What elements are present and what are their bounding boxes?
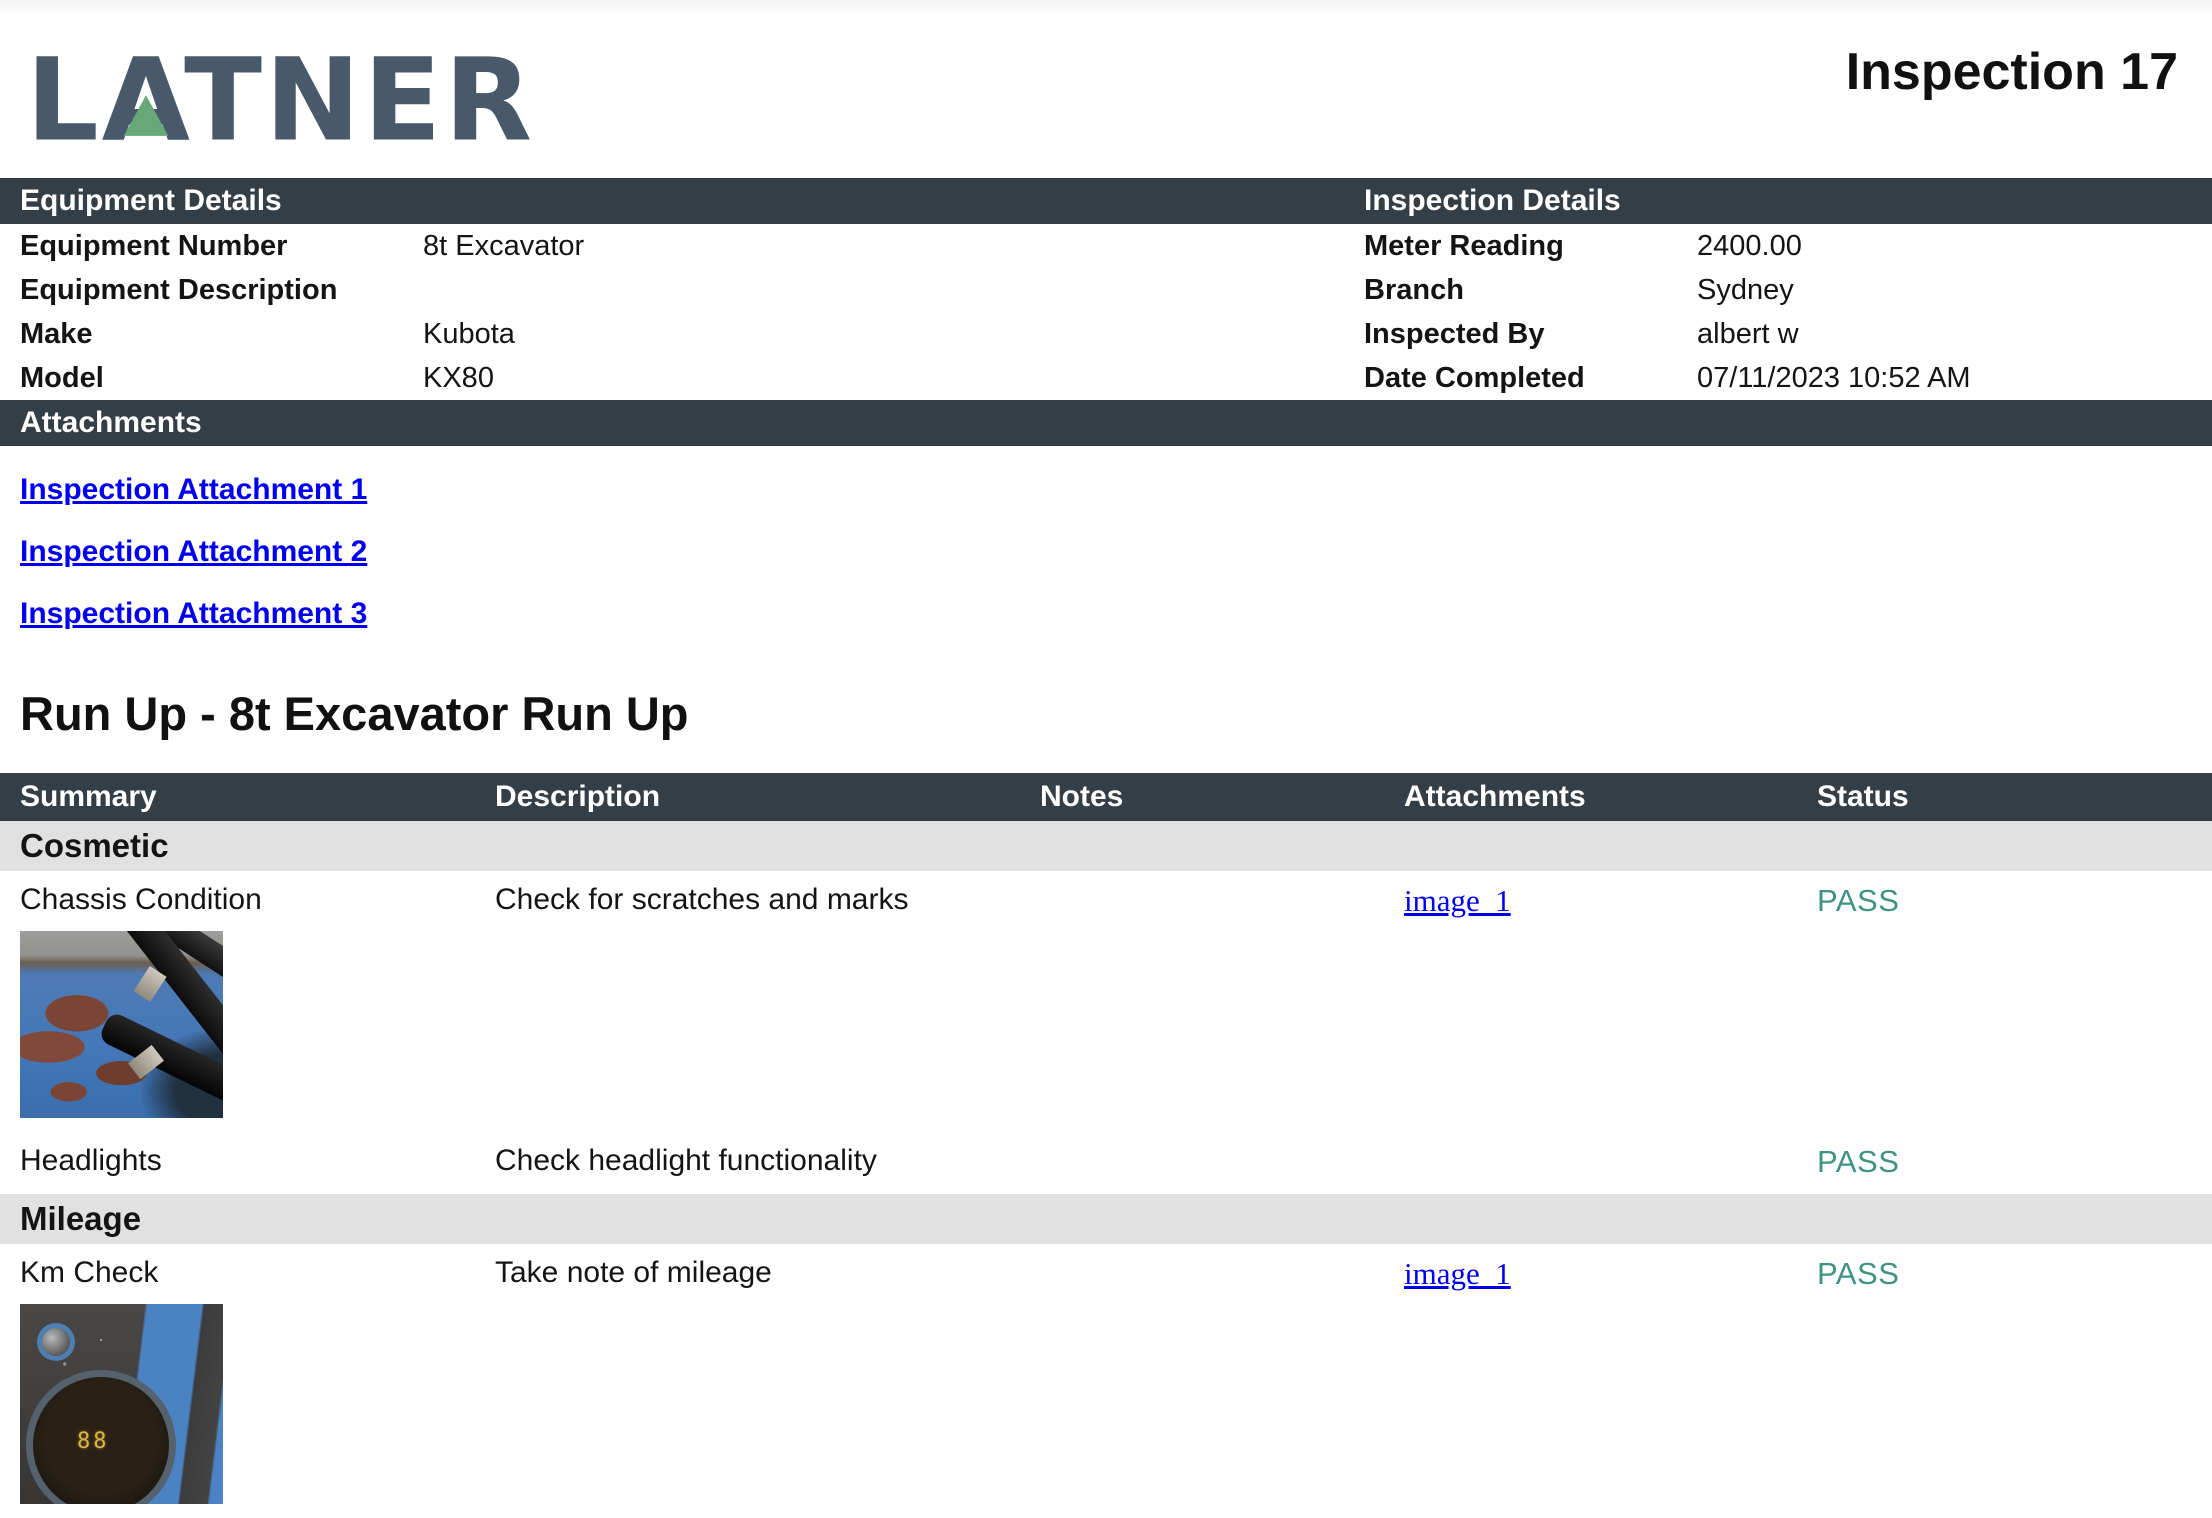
- checklist-header-row: Summary Description Notes Attachments St…: [0, 773, 2212, 821]
- item-summary: Chassis Condition: [20, 883, 495, 917]
- item-description: Check for scratches and marks: [495, 883, 1040, 917]
- latner-logo-text: LATNER: [26, 42, 535, 160]
- details-header-bar: Equipment Details Inspection Details: [0, 178, 2212, 224]
- item-summary: Headlights: [20, 1144, 495, 1178]
- summary-cell: Chassis Condition: [20, 883, 495, 1118]
- meter-reading-label: Meter Reading: [1364, 224, 1697, 268]
- section-row-cosmetic: Cosmetic: [0, 821, 2212, 871]
- equipment-number-value: 8t Excavator: [423, 224, 1364, 268]
- status-badge: PASS: [1817, 1256, 2212, 1292]
- branch-value: Sydney: [1697, 268, 2212, 312]
- inspection-attachment-link-2[interactable]: Inspection Attachment 2: [20, 534, 367, 570]
- column-header-description: Description: [495, 780, 1040, 814]
- date-completed-label: Date Completed: [1364, 356, 1697, 400]
- page-header: LATNER Inspection 17: [0, 12, 2212, 178]
- equipment-details-header: Equipment Details: [20, 184, 1364, 218]
- report-title: Inspection 17: [1846, 42, 2178, 102]
- column-header-status: Status: [1817, 780, 2212, 814]
- meter-reading-value: 2400.00: [1697, 224, 2212, 268]
- section-name: Cosmetic: [20, 827, 169, 865]
- status-badge: PASS: [1817, 1144, 2212, 1180]
- status-badge: PASS: [1817, 883, 2212, 919]
- table-row-headlights: Headlights Check headlight functionality…: [0, 1132, 2212, 1194]
- bolt-shape: [42, 1328, 70, 1356]
- attachments-list: Inspection Attachment 1 Inspection Attac…: [0, 446, 2212, 664]
- item-summary: Km Check: [20, 1256, 495, 1290]
- latner-logo-graphic: LATNER: [26, 42, 626, 160]
- page-top-strip: [0, 0, 2212, 12]
- inspection-attachment-link-1[interactable]: Inspection Attachment 1: [20, 472, 367, 508]
- branch-label: Branch: [1364, 268, 1697, 312]
- equipment-description-label: Equipment Description: [20, 268, 423, 312]
- make-value: Kubota: [423, 312, 1364, 356]
- image-attachment-link[interactable]: image_1: [1404, 1256, 1511, 1291]
- inspected-by-value: albert w: [1697, 312, 2212, 356]
- model-label: Model: [20, 356, 423, 400]
- inspection-attachment-link-3[interactable]: Inspection Attachment 3: [20, 596, 367, 632]
- table-row-chassis-condition: Chassis Condition Check for scratches an…: [0, 871, 2212, 1132]
- image-attachment-link[interactable]: image_1: [1404, 883, 1511, 918]
- equipment-number-label: Equipment Number: [20, 224, 423, 268]
- gauge-shape: 88: [26, 1370, 176, 1504]
- table-row-km-check: Km Check 88 Take note of mileage image_1…: [0, 1244, 2212, 1518]
- column-header-attachments: Attachments: [1404, 780, 1817, 814]
- item-description: Check headlight functionality: [495, 1144, 1040, 1178]
- model-value: KX80: [423, 356, 1364, 400]
- gauge-digits: 88: [77, 1429, 110, 1454]
- inspection-details-header: Inspection Details: [1364, 184, 2212, 218]
- date-completed-value: 07/11/2023 10:52 AM: [1697, 356, 2212, 400]
- column-header-summary: Summary: [20, 780, 495, 814]
- item-description: Take note of mileage: [495, 1256, 1040, 1290]
- make-label: Make: [20, 312, 423, 356]
- meter-photo-thumbnail: 88: [20, 1304, 223, 1504]
- details-table: Equipment Number 8t Excavator Meter Read…: [0, 224, 2212, 400]
- inspected-by-label: Inspected By: [1364, 312, 1697, 356]
- runup-section-title: Run Up - 8t Excavator Run Up: [0, 686, 2212, 741]
- summary-cell: Km Check 88: [20, 1256, 495, 1504]
- section-row-mileage: Mileage: [0, 1194, 2212, 1244]
- latner-logo: LATNER: [26, 42, 626, 165]
- attachments-header-bar: Attachments: [0, 400, 2212, 446]
- column-header-notes: Notes: [1040, 780, 1404, 814]
- section-name: Mileage: [20, 1200, 141, 1238]
- chassis-photo-thumbnail: [20, 931, 223, 1118]
- equipment-description-value: [423, 268, 1364, 312]
- attachments-header: Attachments: [20, 406, 2212, 440]
